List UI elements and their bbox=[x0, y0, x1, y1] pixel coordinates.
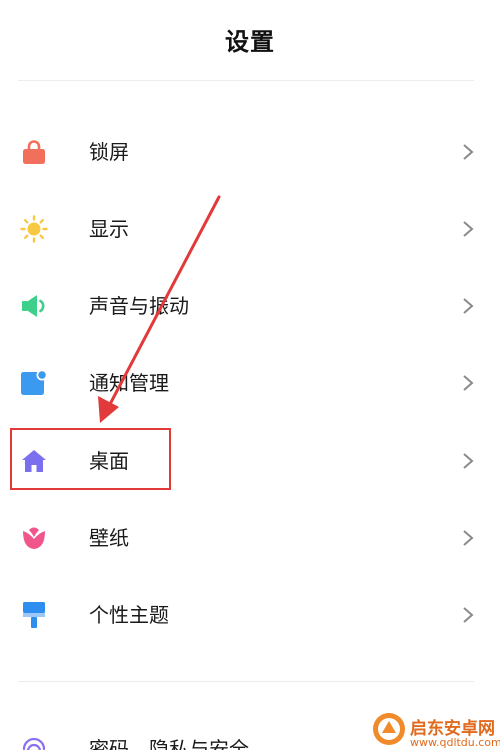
chevron-right-icon bbox=[463, 298, 474, 314]
home-icon bbox=[22, 450, 46, 472]
settings-item-label: 桌面 bbox=[89, 449, 129, 473]
chevron-right-icon bbox=[463, 607, 474, 623]
settings-item-themes[interactable]: 个性主题 bbox=[0, 578, 500, 648]
lock-icon bbox=[23, 140, 45, 164]
settings-item-display[interactable]: 显示 bbox=[0, 192, 500, 262]
page-title: 设置 bbox=[225, 28, 275, 56]
chevron-right-icon bbox=[463, 453, 474, 469]
header: 设置 bbox=[0, 0, 500, 80]
settings-item-desktop[interactable]: 桌面 bbox=[0, 424, 500, 494]
settings-item-label: 壁纸 bbox=[89, 526, 129, 550]
chevron-right-icon bbox=[463, 375, 474, 391]
watermark: 启东安卓网 www.qdltdu.com bbox=[372, 708, 500, 750]
notification-icon bbox=[21, 369, 48, 395]
watermark-url: www.qdltdu.com bbox=[410, 736, 500, 749]
sun-icon bbox=[20, 215, 48, 243]
brush-icon bbox=[23, 602, 45, 628]
fingerprint-icon bbox=[22, 737, 46, 750]
settings-item-label: 锁屏 bbox=[89, 140, 129, 164]
settings-item-label: 声音与振动 bbox=[89, 294, 189, 318]
settings-item-notifications[interactable]: 通知管理 bbox=[0, 346, 500, 416]
chevron-right-icon bbox=[463, 144, 474, 160]
watermark-logo-icon bbox=[373, 713, 405, 745]
settings-item-label: 个性主题 bbox=[89, 603, 169, 627]
settings-item-label: 显示 bbox=[89, 217, 129, 241]
settings-item-lock-screen[interactable]: 锁屏 bbox=[0, 115, 500, 185]
chevron-right-icon bbox=[463, 221, 474, 237]
tulip-icon bbox=[23, 527, 45, 549]
settings-screen: 设置 锁屏 显示 声音与振动 通知管理 桌面 壁纸 个性主题 密码、隐私与安全 … bbox=[0, 0, 500, 750]
speaker-icon bbox=[22, 295, 45, 317]
chevron-right-icon bbox=[463, 530, 474, 546]
settings-item-wallpaper[interactable]: 壁纸 bbox=[0, 501, 500, 571]
settings-item-label: 密码、隐私与安全 bbox=[89, 737, 249, 750]
section-divider bbox=[18, 681, 474, 682]
settings-item-sound-vibration[interactable]: 声音与振动 bbox=[0, 269, 500, 339]
header-divider bbox=[18, 80, 474, 81]
settings-item-label: 通知管理 bbox=[89, 371, 169, 395]
